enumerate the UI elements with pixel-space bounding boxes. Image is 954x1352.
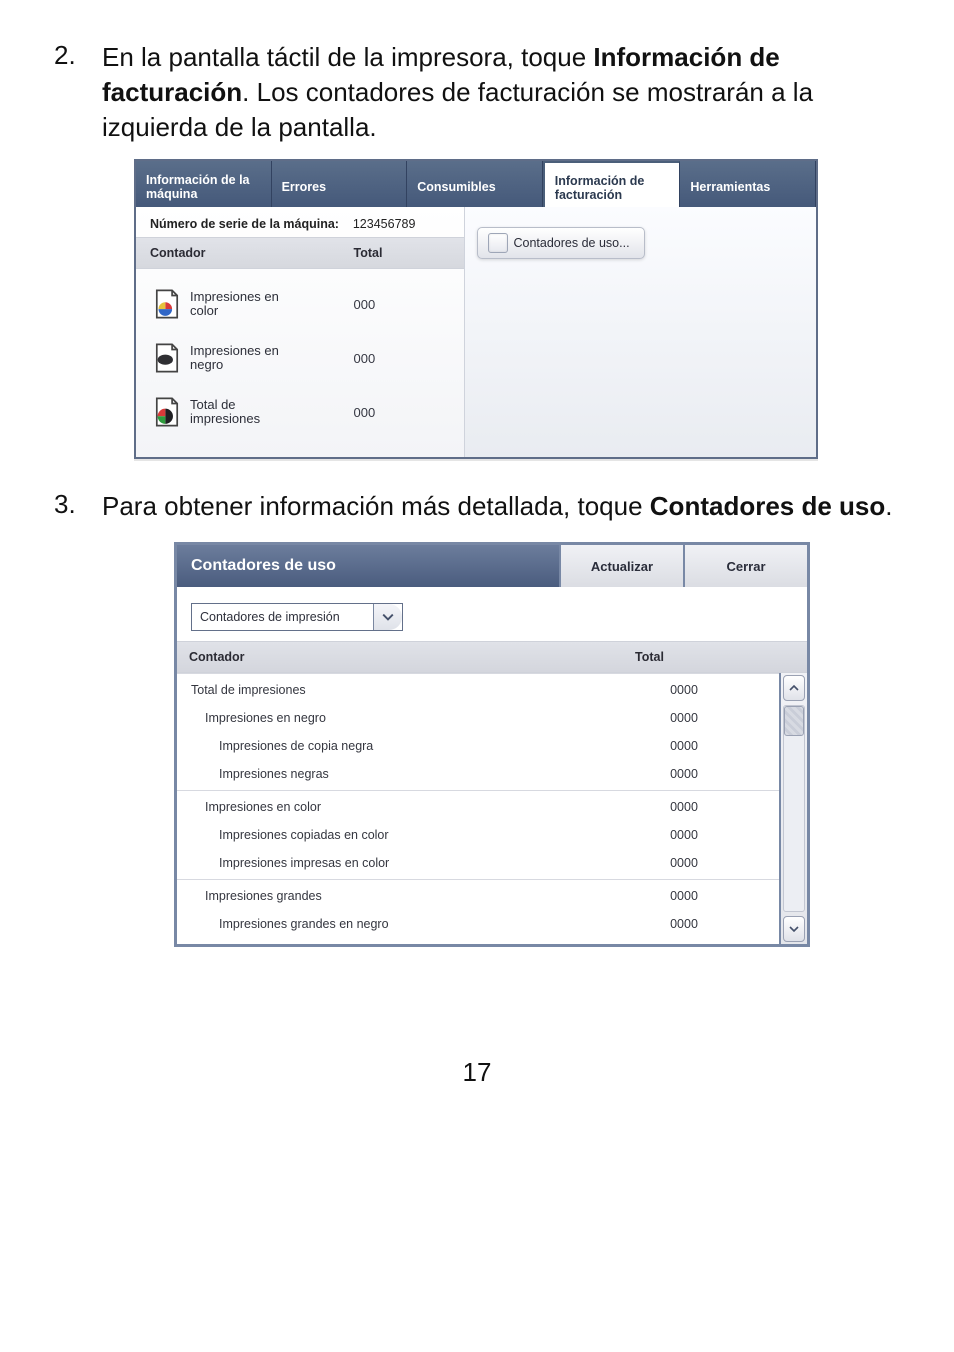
usage-row: Total de impresiones0000 [177, 676, 779, 704]
usage-row: Impresiones grandes0000 [177, 882, 779, 910]
usage-row-value: 0000 [619, 767, 779, 781]
tab-label: Errores [282, 180, 326, 194]
step-text-pre: En la pantalla táctil de la impresora, t… [102, 42, 593, 72]
usage-row-label: Impresiones copiadas en color [177, 828, 619, 842]
arrow-up-icon [789, 683, 799, 693]
chevron-down-icon [373, 604, 402, 630]
counter-type-dropdown[interactable]: Contadores de impresión [191, 603, 403, 631]
usage-row-label: Impresiones negras [177, 767, 619, 781]
dropdown-value: Contadores de impresión [192, 610, 373, 624]
tab-label: Consumibles [417, 180, 496, 194]
usage-row-label: Impresiones de copia negra [177, 739, 619, 753]
usage-row-value: 0000 [619, 828, 779, 842]
panel-title: Contadores de uso [177, 545, 561, 587]
step-text: En la pantalla táctil de la impresora, t… [102, 40, 900, 145]
col-total-label: Total [354, 238, 464, 268]
usage-row-label: Impresiones grandes en negro [177, 917, 619, 931]
step-2: 2. En la pantalla táctil de la impresora… [54, 40, 900, 145]
usage-counters-button-label: Contadores de uso... [514, 236, 630, 250]
refresh-button[interactable]: Actualizar [561, 545, 685, 587]
tab-label: Información de la máquina [146, 173, 261, 201]
step-3: 3. Para obtener información más detallad… [54, 489, 900, 524]
serial-value: 123456789 [353, 217, 416, 231]
usage-row: Impresiones en color0000 [177, 793, 779, 821]
usage-row-value: 0000 [619, 856, 779, 870]
usage-row: Impresiones grandes en negro0000 [177, 910, 779, 938]
counter-total: 000 [354, 351, 464, 366]
usage-counters-panel: Contadores de uso Actualizar Cerrar Cont… [174, 542, 810, 947]
row-total-impressions: Total de impresiones 000 [136, 377, 464, 431]
counter-label-line1: Total de [190, 398, 354, 412]
usage-table-header: Contador Total [177, 641, 807, 673]
billing-info-panel: Información de la máquina Errores Consum… [134, 159, 818, 459]
row-color-impressions: Impresiones en color 000 [136, 269, 464, 323]
step-text: Para obtener información más detallada, … [102, 489, 893, 524]
scroll-up-button[interactable] [783, 675, 805, 701]
step-number: 3. [54, 489, 102, 524]
tab-tools[interactable]: Herramientas [680, 161, 816, 207]
serial-label: Número de serie de la máquina: [150, 217, 339, 231]
usage-row-value: 0000 [619, 917, 779, 931]
usage-col-counter: Contador [189, 650, 635, 664]
arrow-down-icon [789, 924, 799, 934]
close-button[interactable]: Cerrar [685, 545, 807, 587]
counter-label-line2: negro [190, 358, 354, 372]
usage-row-value: 0000 [619, 889, 779, 903]
step-text-post: . [885, 491, 892, 521]
usage-row: Impresiones copiadas en color0000 [177, 821, 779, 849]
black-page-icon [150, 341, 184, 375]
tab-consumables[interactable]: Consumibles [407, 161, 543, 207]
total-page-icon [150, 395, 184, 429]
usage-row-label: Total de impresiones [177, 683, 619, 697]
close-button-label: Cerrar [726, 559, 765, 574]
usage-row-label: Impresiones en color [177, 800, 619, 814]
counter-label-line1: Impresiones en [190, 290, 354, 304]
scroll-track[interactable] [783, 705, 805, 912]
counter-label-line2: color [190, 304, 354, 318]
refresh-button-label: Actualizar [591, 559, 653, 574]
usage-row-label: Impresiones impresas en color [177, 856, 619, 870]
usage-row-value: 0000 [619, 739, 779, 753]
counter-total: 000 [354, 405, 464, 420]
step-text-bold: Contadores de uso [650, 491, 885, 521]
serial-line: Número de serie de la máquina: 123456789 [136, 207, 464, 237]
tab-label: Información de facturación [555, 174, 670, 202]
tab-billing-info[interactable]: Información de facturación [543, 161, 681, 207]
usage-row-label: Impresiones en negro [177, 711, 619, 725]
usage-col-total: Total [635, 650, 795, 664]
usage-row-value: 0000 [619, 711, 779, 725]
usage-row-value: 0000 [619, 683, 779, 697]
counter-label-line1: Impresiones en [190, 344, 354, 358]
step-text-pre: Para obtener información más detallada, … [102, 491, 650, 521]
usage-row-value: 0000 [619, 800, 779, 814]
usage-counters-button[interactable]: Contadores de uso... [477, 227, 645, 259]
page-number: 17 [54, 1057, 900, 1088]
tab-errors[interactable]: Errores [272, 161, 408, 207]
col-counter-label: Contador [136, 238, 354, 268]
scroll-down-button[interactable] [783, 916, 805, 942]
usage-row-label: Impresiones grandes [177, 889, 619, 903]
usage-row: Impresiones en negro0000 [177, 704, 779, 732]
usage-row: Impresiones negras0000 [177, 760, 779, 791]
usage-row: Impresiones impresas en color0000 [177, 849, 779, 880]
tab-label: Herramientas [690, 180, 770, 194]
usage-row: Impresiones de copia negra0000 [177, 732, 779, 760]
button-glyph-icon [488, 233, 508, 253]
counters-header: Contador Total [136, 237, 464, 269]
color-page-icon [150, 287, 184, 321]
tab-machine-info[interactable]: Información de la máquina [136, 161, 272, 207]
step-number: 2. [54, 40, 102, 145]
scrollbar[interactable] [779, 673, 807, 944]
usage-table-body: Total de impresiones0000Impresiones en n… [177, 673, 779, 944]
scroll-thumb[interactable] [784, 706, 804, 736]
tab-bar: Información de la máquina Errores Consum… [136, 161, 816, 207]
counter-total: 000 [354, 297, 464, 312]
row-black-impressions: Impresiones en negro 000 [136, 323, 464, 377]
counter-label-line2: impresiones [190, 412, 354, 426]
